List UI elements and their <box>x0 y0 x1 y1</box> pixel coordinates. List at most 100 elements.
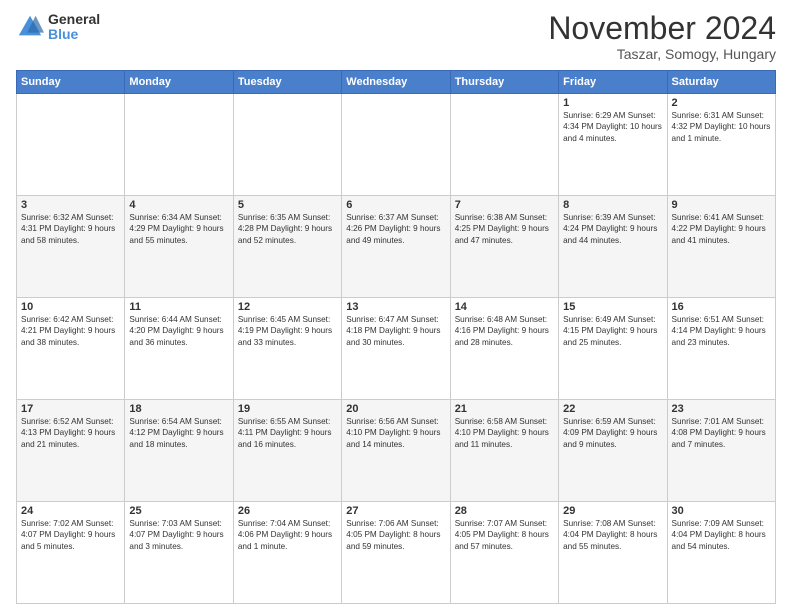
col-sunday: Sunday <box>17 71 125 94</box>
calendar-cell: 14Sunrise: 6:48 AM Sunset: 4:16 PM Dayli… <box>450 298 558 400</box>
day-number: 22 <box>563 403 662 415</box>
calendar-header-row: Sunday Monday Tuesday Wednesday Thursday… <box>17 71 776 94</box>
day-number: 2 <box>672 97 771 109</box>
day-info: Sunrise: 6:59 AM Sunset: 4:09 PM Dayligh… <box>563 416 662 450</box>
day-number: 30 <box>672 505 771 517</box>
day-number: 19 <box>238 403 337 415</box>
calendar-cell <box>450 94 558 196</box>
day-info: Sunrise: 6:35 AM Sunset: 4:28 PM Dayligh… <box>238 212 337 246</box>
calendar-week-2: 3Sunrise: 6:32 AM Sunset: 4:31 PM Daylig… <box>17 196 776 298</box>
col-thursday: Thursday <box>450 71 558 94</box>
day-number: 16 <box>672 301 771 313</box>
calendar-cell: 28Sunrise: 7:07 AM Sunset: 4:05 PM Dayli… <box>450 502 558 604</box>
day-info: Sunrise: 6:39 AM Sunset: 4:24 PM Dayligh… <box>563 212 662 246</box>
day-info: Sunrise: 6:34 AM Sunset: 4:29 PM Dayligh… <box>129 212 228 246</box>
day-number: 28 <box>455 505 554 517</box>
day-number: 4 <box>129 199 228 211</box>
calendar-cell: 24Sunrise: 7:02 AM Sunset: 4:07 PM Dayli… <box>17 502 125 604</box>
col-saturday: Saturday <box>667 71 775 94</box>
day-info: Sunrise: 6:41 AM Sunset: 4:22 PM Dayligh… <box>672 212 771 246</box>
day-info: Sunrise: 6:56 AM Sunset: 4:10 PM Dayligh… <box>346 416 445 450</box>
calendar-cell: 13Sunrise: 6:47 AM Sunset: 4:18 PM Dayli… <box>342 298 450 400</box>
calendar-cell: 21Sunrise: 6:58 AM Sunset: 4:10 PM Dayli… <box>450 400 558 502</box>
calendar-cell: 9Sunrise: 6:41 AM Sunset: 4:22 PM Daylig… <box>667 196 775 298</box>
calendar-cell: 2Sunrise: 6:31 AM Sunset: 4:32 PM Daylig… <box>667 94 775 196</box>
calendar-cell <box>125 94 233 196</box>
day-number: 21 <box>455 403 554 415</box>
day-info: Sunrise: 7:02 AM Sunset: 4:07 PM Dayligh… <box>21 518 120 552</box>
day-number: 12 <box>238 301 337 313</box>
logo-general: General <box>48 12 100 27</box>
day-info: Sunrise: 6:42 AM Sunset: 4:21 PM Dayligh… <box>21 314 120 348</box>
calendar-cell: 1Sunrise: 6:29 AM Sunset: 4:34 PM Daylig… <box>559 94 667 196</box>
day-number: 7 <box>455 199 554 211</box>
header: General Blue November 2024 Taszar, Somog… <box>16 12 776 62</box>
day-number: 15 <box>563 301 662 313</box>
day-info: Sunrise: 6:31 AM Sunset: 4:32 PM Dayligh… <box>672 110 771 144</box>
calendar-week-5: 24Sunrise: 7:02 AM Sunset: 4:07 PM Dayli… <box>17 502 776 604</box>
logo-blue: Blue <box>48 27 100 42</box>
day-info: Sunrise: 7:03 AM Sunset: 4:07 PM Dayligh… <box>129 518 228 552</box>
day-number: 10 <box>21 301 120 313</box>
main-title: November 2024 <box>548 12 776 44</box>
calendar-cell: 19Sunrise: 6:55 AM Sunset: 4:11 PM Dayli… <box>233 400 341 502</box>
calendar-cell: 11Sunrise: 6:44 AM Sunset: 4:20 PM Dayli… <box>125 298 233 400</box>
day-info: Sunrise: 6:51 AM Sunset: 4:14 PM Dayligh… <box>672 314 771 348</box>
day-info: Sunrise: 7:01 AM Sunset: 4:08 PM Dayligh… <box>672 416 771 450</box>
day-info: Sunrise: 6:38 AM Sunset: 4:25 PM Dayligh… <box>455 212 554 246</box>
calendar-cell: 22Sunrise: 6:59 AM Sunset: 4:09 PM Dayli… <box>559 400 667 502</box>
calendar-cell <box>17 94 125 196</box>
col-monday: Monday <box>125 71 233 94</box>
day-info: Sunrise: 6:49 AM Sunset: 4:15 PM Dayligh… <box>563 314 662 348</box>
day-number: 20 <box>346 403 445 415</box>
calendar-cell: 29Sunrise: 7:08 AM Sunset: 4:04 PM Dayli… <box>559 502 667 604</box>
day-number: 18 <box>129 403 228 415</box>
day-info: Sunrise: 6:32 AM Sunset: 4:31 PM Dayligh… <box>21 212 120 246</box>
day-info: Sunrise: 6:48 AM Sunset: 4:16 PM Dayligh… <box>455 314 554 348</box>
day-info: Sunrise: 7:04 AM Sunset: 4:06 PM Dayligh… <box>238 518 337 552</box>
logo-icon <box>16 13 44 41</box>
day-info: Sunrise: 7:09 AM Sunset: 4:04 PM Dayligh… <box>672 518 771 552</box>
day-number: 24 <box>21 505 120 517</box>
day-info: Sunrise: 6:37 AM Sunset: 4:26 PM Dayligh… <box>346 212 445 246</box>
calendar-cell: 16Sunrise: 6:51 AM Sunset: 4:14 PM Dayli… <box>667 298 775 400</box>
day-number: 29 <box>563 505 662 517</box>
calendar-week-3: 10Sunrise: 6:42 AM Sunset: 4:21 PM Dayli… <box>17 298 776 400</box>
col-wednesday: Wednesday <box>342 71 450 94</box>
day-info: Sunrise: 6:52 AM Sunset: 4:13 PM Dayligh… <box>21 416 120 450</box>
day-info: Sunrise: 6:29 AM Sunset: 4:34 PM Dayligh… <box>563 110 662 144</box>
calendar-cell: 25Sunrise: 7:03 AM Sunset: 4:07 PM Dayli… <box>125 502 233 604</box>
day-number: 26 <box>238 505 337 517</box>
calendar-week-4: 17Sunrise: 6:52 AM Sunset: 4:13 PM Dayli… <box>17 400 776 502</box>
calendar-cell: 15Sunrise: 6:49 AM Sunset: 4:15 PM Dayli… <box>559 298 667 400</box>
day-info: Sunrise: 6:44 AM Sunset: 4:20 PM Dayligh… <box>129 314 228 348</box>
subtitle: Taszar, Somogy, Hungary <box>548 46 776 62</box>
logo-text: General Blue <box>48 12 100 43</box>
day-number: 17 <box>21 403 120 415</box>
day-number: 11 <box>129 301 228 313</box>
day-number: 13 <box>346 301 445 313</box>
col-friday: Friday <box>559 71 667 94</box>
day-number: 23 <box>672 403 771 415</box>
day-info: Sunrise: 7:06 AM Sunset: 4:05 PM Dayligh… <box>346 518 445 552</box>
calendar-cell: 27Sunrise: 7:06 AM Sunset: 4:05 PM Dayli… <box>342 502 450 604</box>
calendar-cell <box>233 94 341 196</box>
day-number: 14 <box>455 301 554 313</box>
day-info: Sunrise: 7:07 AM Sunset: 4:05 PM Dayligh… <box>455 518 554 552</box>
day-number: 3 <box>21 199 120 211</box>
day-info: Sunrise: 7:08 AM Sunset: 4:04 PM Dayligh… <box>563 518 662 552</box>
calendar: Sunday Monday Tuesday Wednesday Thursday… <box>16 70 776 604</box>
calendar-cell <box>342 94 450 196</box>
calendar-cell: 17Sunrise: 6:52 AM Sunset: 4:13 PM Dayli… <box>17 400 125 502</box>
day-info: Sunrise: 6:54 AM Sunset: 4:12 PM Dayligh… <box>129 416 228 450</box>
page: General Blue November 2024 Taszar, Somog… <box>0 0 792 612</box>
calendar-cell: 26Sunrise: 7:04 AM Sunset: 4:06 PM Dayli… <box>233 502 341 604</box>
calendar-cell: 30Sunrise: 7:09 AM Sunset: 4:04 PM Dayli… <box>667 502 775 604</box>
calendar-cell: 5Sunrise: 6:35 AM Sunset: 4:28 PM Daylig… <box>233 196 341 298</box>
calendar-cell: 4Sunrise: 6:34 AM Sunset: 4:29 PM Daylig… <box>125 196 233 298</box>
calendar-cell: 12Sunrise: 6:45 AM Sunset: 4:19 PM Dayli… <box>233 298 341 400</box>
calendar-cell: 18Sunrise: 6:54 AM Sunset: 4:12 PM Dayli… <box>125 400 233 502</box>
logo: General Blue <box>16 12 100 43</box>
title-block: November 2024 Taszar, Somogy, Hungary <box>548 12 776 62</box>
day-info: Sunrise: 6:45 AM Sunset: 4:19 PM Dayligh… <box>238 314 337 348</box>
